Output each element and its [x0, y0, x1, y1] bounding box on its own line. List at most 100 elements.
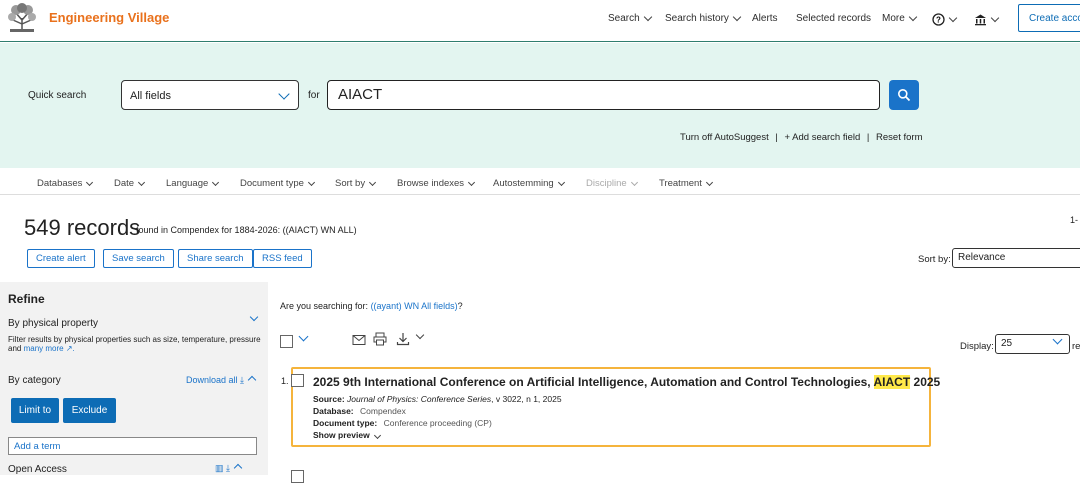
- result-select-checkbox[interactable]: [291, 470, 304, 483]
- separator: |: [866, 132, 870, 143]
- result-source: Source: Journal of Physics: Conference S…: [313, 394, 562, 404]
- search-term-input[interactable]: AIACT: [327, 80, 880, 110]
- database-label: Database:: [313, 406, 354, 416]
- chevron-down-icon: [138, 178, 146, 186]
- filter-sort-by[interactable]: Sort by: [335, 178, 377, 189]
- result-title[interactable]: 2025 9th International Conference on Art…: [313, 375, 940, 389]
- nav-selected-records[interactable]: Selected records: [796, 13, 871, 24]
- nav-help[interactable]: ?: [932, 13, 958, 26]
- chevron-down-icon: [557, 178, 565, 186]
- filter-databases[interactable]: Databases: [37, 178, 94, 189]
- print-icon[interactable]: [373, 332, 387, 351]
- doctype-value: Conference proceeding (CP): [383, 418, 492, 428]
- select-all-checkbox[interactable]: [280, 335, 293, 348]
- filter-label: Sort by: [335, 178, 366, 189]
- suggestion-link[interactable]: ((ayant) WN All fields): [371, 301, 458, 311]
- elsevier-tree-logo-icon[interactable]: [6, 2, 38, 34]
- sort-by-select[interactable]: Relevance: [952, 248, 1080, 268]
- chevron-down-icon: [307, 178, 315, 186]
- separator: |: [775, 132, 778, 143]
- create-account-button[interactable]: Create accou: [1018, 4, 1080, 32]
- turn-off-autosuggest-link[interactable]: Turn off AutoSuggest: [680, 132, 769, 143]
- for-label: for: [308, 90, 320, 101]
- chevron-down-icon: [86, 178, 94, 186]
- download-icon: ⤓: [240, 375, 245, 385]
- create-alert-button[interactable]: Create alert: [27, 249, 95, 268]
- nav-institution[interactable]: [974, 13, 1000, 26]
- suggestion-suffix: ?: [457, 301, 463, 311]
- show-preview-label: Show preview: [313, 430, 370, 440]
- chevron-down-icon: [705, 178, 713, 186]
- chevron-down-icon: [948, 13, 958, 22]
- filter-label: Autostemming: [493, 178, 554, 189]
- nav-search-history[interactable]: Search history: [665, 12, 742, 24]
- filter-treatment[interactable]: Treatment: [659, 178, 713, 189]
- reset-form-link[interactable]: Reset form: [876, 132, 922, 143]
- chevron-down-icon: [990, 13, 1000, 22]
- help-icon: ?: [932, 13, 945, 26]
- add-search-field-link[interactable]: + Add search field: [784, 132, 860, 143]
- source-label: Source:: [313, 394, 345, 404]
- share-search-button[interactable]: Share search: [178, 249, 253, 268]
- search-options: Turn off AutoSuggest | + Add search fiel…: [678, 132, 925, 143]
- category-title[interactable]: By category: [8, 375, 61, 386]
- physical-property-description: Filter results by physical properties su…: [8, 335, 263, 353]
- nav-search[interactable]: Search: [608, 12, 652, 24]
- chevron-down-icon[interactable]: [415, 330, 425, 340]
- title-text: 2025 9th International Conference on Art…: [313, 375, 874, 389]
- chevron-down-icon: [643, 12, 652, 21]
- nav-more[interactable]: More: [882, 12, 918, 24]
- filter-discipline: Discipline: [586, 178, 638, 189]
- show-preview-toggle[interactable]: Show preview: [313, 430, 382, 440]
- suggestion-prefix: Are you searching for:: [280, 301, 369, 311]
- result-select-checkbox[interactable]: [291, 374, 304, 387]
- found-text: found in Compendex for 1884-2026: ((AIAC…: [136, 225, 357, 235]
- search-button[interactable]: [889, 80, 919, 110]
- display-count-value: 25: [1001, 338, 1013, 349]
- result-doctype: Document type: Conference proceeding (CP…: [313, 418, 492, 428]
- exclude-button[interactable]: Exclude: [63, 398, 116, 423]
- chevron-down-icon: [374, 431, 382, 440]
- chevron-up-icon: [247, 375, 256, 385]
- chevron-down-icon: [468, 178, 476, 186]
- chart-icon[interactable]: ▥: [215, 463, 224, 473]
- filter-label: Databases: [37, 178, 83, 189]
- email-icon[interactable]: [352, 333, 366, 351]
- filter-label: Language: [166, 178, 209, 189]
- download-all-link[interactable]: Download all ⤓: [186, 375, 256, 386]
- chevron-down-icon: [212, 178, 220, 186]
- search-icon: [898, 89, 911, 102]
- display-label: Display:: [960, 341, 994, 352]
- filter-autostemming[interactable]: Autostemming: [493, 178, 565, 189]
- filter-document-type[interactable]: Document type: [240, 178, 315, 189]
- many-more-link[interactable]: many more ↗.: [24, 344, 75, 353]
- display-suffix: res: [1072, 341, 1080, 352]
- open-access-title[interactable]: Open Access: [8, 464, 67, 475]
- filter-language[interactable]: Language: [166, 178, 220, 189]
- source-details: , v 3022, n 1, 2025: [491, 394, 562, 404]
- nav-selected-records-label: Selected records: [796, 13, 872, 24]
- chevron-down-icon: [732, 12, 742, 21]
- doctype-label: Document type:: [313, 418, 378, 428]
- download-icon[interactable]: [396, 332, 410, 351]
- filter-label: Date: [114, 178, 135, 189]
- chevron-down-icon: [369, 178, 377, 186]
- refine-title: Refine: [8, 292, 45, 306]
- filter-browse-indexes[interactable]: Browse indexes: [397, 178, 476, 189]
- save-search-button[interactable]: Save search: [103, 249, 174, 268]
- display-count-select[interactable]: 25: [995, 334, 1070, 354]
- nav-search-label: Search: [608, 13, 640, 24]
- chevron-down-icon[interactable]: [298, 331, 309, 342]
- source-journal: Journal of Physics: Conference Series: [347, 394, 492, 404]
- physical-property-title[interactable]: By physical property: [8, 318, 98, 329]
- rss-feed-button[interactable]: RSS feed: [253, 249, 312, 268]
- institution-icon: [975, 14, 986, 26]
- chevron-up-icon[interactable]: [233, 463, 242, 473]
- download-icon[interactable]: ⤓: [226, 463, 230, 473]
- filter-date[interactable]: Date: [114, 178, 146, 189]
- brand-name[interactable]: Engineering Village: [49, 10, 169, 25]
- add-term-input[interactable]: Add a term: [8, 437, 257, 455]
- nav-alerts[interactable]: Alerts: [752, 13, 778, 24]
- search-field-select[interactable]: All fields: [121, 80, 299, 110]
- limit-to-button[interactable]: Limit to: [11, 398, 59, 423]
